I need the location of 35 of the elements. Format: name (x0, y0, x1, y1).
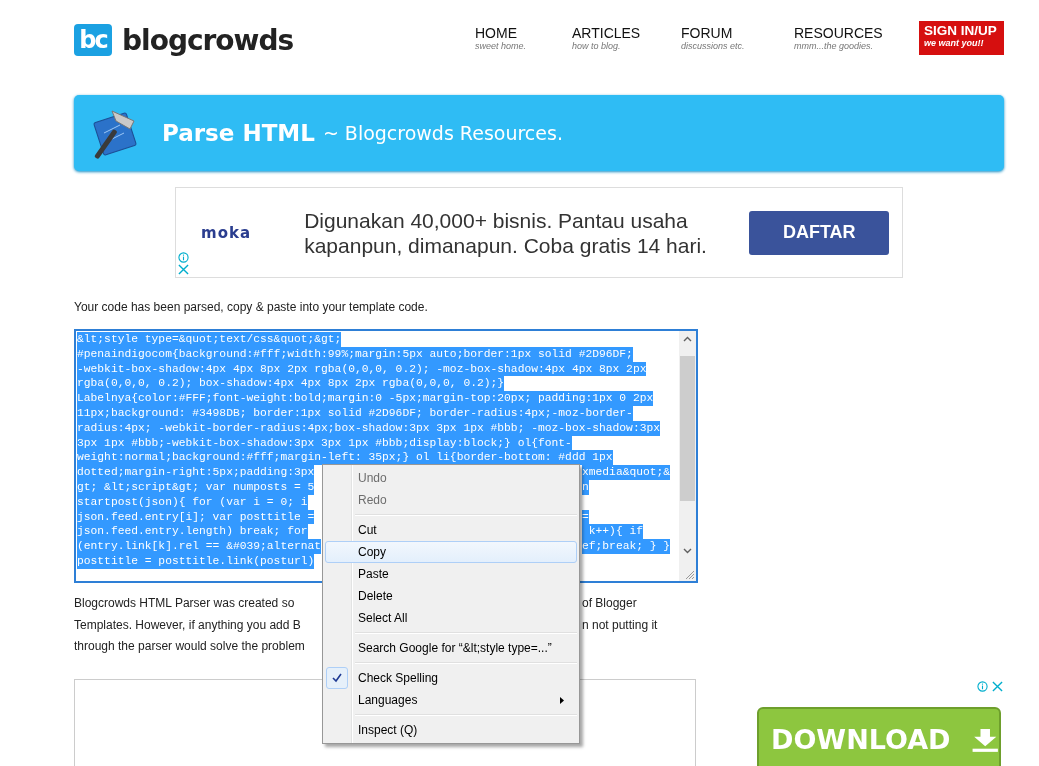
menu-item[interactable]: Delete (325, 585, 577, 607)
ad-cta-button[interactable]: DAFTAR (749, 210, 889, 255)
menu-item[interactable]: Languages (325, 689, 577, 711)
sign-in-button[interactable]: SIGN IN/UP we want you!! (919, 21, 1004, 55)
scroll-up-icon[interactable] (683, 336, 692, 342)
info-icon[interactable] (178, 252, 189, 263)
resize-grip-icon[interactable] (683, 568, 695, 580)
close-icon[interactable] (992, 680, 1003, 692)
intro-text: Your code has been parsed, copy & paste into your template code. (74, 300, 429, 314)
description-text: through the parser would solve the problem (74, 638, 305, 655)
menu-item[interactable]: Paste (325, 563, 577, 585)
menu-item[interactable]: Check Spelling (325, 667, 577, 689)
description-text: of Blogger (582, 595, 637, 612)
scrollbar[interactable] (679, 331, 696, 581)
logo-text[interactable]: blogcrowds (122, 23, 294, 57)
nav-link[interactable]: RESOURCES mmm...the goodies. (794, 25, 919, 51)
submenu-arrow-icon (560, 696, 564, 704)
menu-item[interactable]: Search Google for “&lt;style type=...” (325, 637, 577, 659)
scroll-down-icon[interactable] (683, 548, 692, 554)
nav-link[interactable]: ARTICLES how to blog. (572, 25, 681, 51)
description-text: Templates. However, if anything you add B (74, 616, 301, 634)
menu-item[interactable]: Copy (325, 541, 577, 563)
description-text: n not putting it (582, 616, 658, 634)
menu-item[interactable]: Inspect (Q) (325, 719, 577, 741)
page-title: Parse HTML (162, 120, 315, 146)
nav-link[interactable]: FORUM discussions etc. (681, 25, 794, 51)
page-subtitle: ~ Blogcrowds Resources. (322, 122, 563, 144)
menu-item[interactable]: Select All (325, 607, 577, 629)
nav-link[interactable]: HOME sweet home. (475, 25, 572, 51)
info-icon[interactable] (977, 680, 988, 692)
close-icon[interactable] (178, 264, 189, 275)
menu-item[interactable]: Cut (325, 519, 577, 541)
description-text: Blogcrowds HTML Parser was created so (74, 595, 295, 612)
ad-text: Digunakan 40,000+ bisnis. Pantau usaha kapanpun, dimanapun. Coba gratis 14 hari. (304, 207, 708, 258)
ad-brand: moka (201, 223, 253, 242)
